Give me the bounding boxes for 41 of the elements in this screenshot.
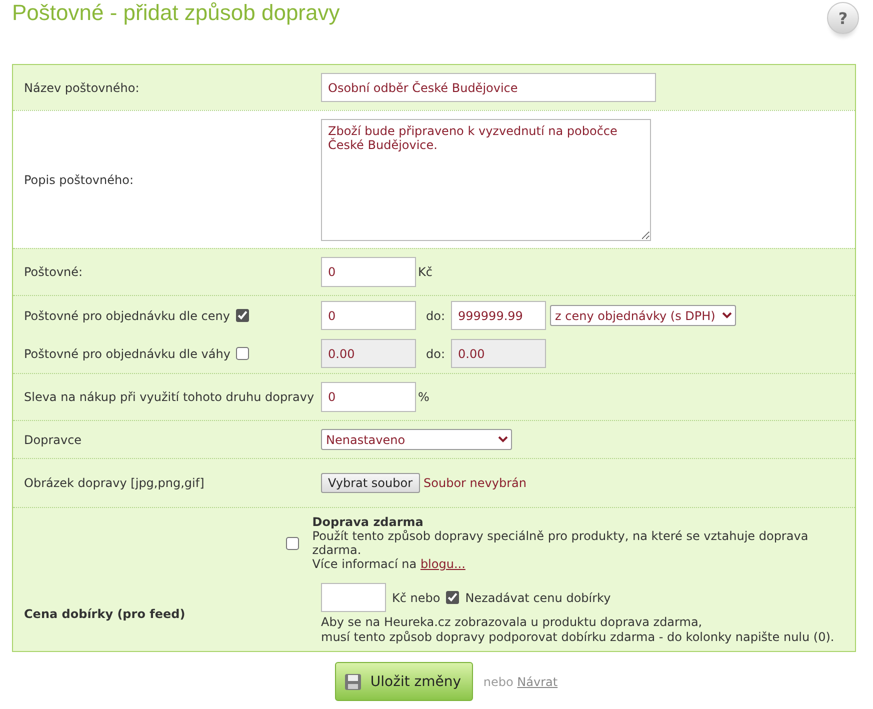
more-info-text: Více informací na xyxy=(312,557,417,571)
or-text: nebo xyxy=(483,674,514,688)
hint-text: musí tento způsob dopravy podporovat dobírku zdarma - do kolonky napište nulu (0). xyxy=(321,630,834,645)
option-title: Doprava zdarma xyxy=(312,515,424,529)
input-field[interactable] xyxy=(321,583,386,612)
checkbox-label: Nezadávat cenu dobírky xyxy=(465,590,611,604)
page-title: Poštovné - přidat způsob dopravy xyxy=(12,0,340,26)
input-field[interactable]: 0 xyxy=(321,382,416,412)
option-description: Použít tento způsob dopravy speciálně pro produkty, na které se vztahuje doprava zdarma. xyxy=(312,529,810,557)
text-area[interactable]: Zboží bude připraveno k vyzvednutí na pobočce České Budějovice. xyxy=(321,118,651,240)
unit-label: % xyxy=(418,390,430,404)
field-label: Popis poštovného: xyxy=(24,172,134,186)
help-button[interactable]: ? xyxy=(827,2,859,34)
field-label: Cena dobírky (pro feed) xyxy=(24,607,186,621)
save-button[interactable]: Uložit změny xyxy=(335,662,474,701)
to-label: do: xyxy=(426,308,446,322)
choose-file-button[interactable]: Vybrat soubor xyxy=(321,473,420,493)
unit-label: Kč nebo xyxy=(392,590,440,604)
dropdown[interactable]: Nenastaveno xyxy=(321,429,512,450)
back-link[interactable]: Návrat xyxy=(517,674,558,688)
checkbox[interactable] xyxy=(286,536,300,550)
field-label: Obrázek dopravy [jpg,png,gif] xyxy=(24,476,204,490)
field-label: Poštovné pro objednávku dle ceny xyxy=(24,308,230,322)
input-field[interactable]: Osobní odběr České Budějovice xyxy=(321,73,656,102)
field-label: Název poštovného: xyxy=(24,80,140,94)
checkbox[interactable] xyxy=(236,309,249,322)
dropdown[interactable]: z ceny objednávky (s DPH) xyxy=(550,305,736,326)
field-label: Sleva na nákup při využití tohoto druhu dopravy xyxy=(24,390,314,404)
input-field[interactable]: 0 xyxy=(321,301,416,330)
file-status: Soubor nevybrán xyxy=(424,476,526,490)
checkbox[interactable] xyxy=(446,591,460,604)
field-label: Dopravce xyxy=(24,432,82,446)
field-label: Poštovné: xyxy=(24,265,83,279)
field-label: Poštovné pro objednávku dle váhy xyxy=(24,346,230,360)
hint-text: Aby se na Heureka.cz zobrazovala u produktu doprava zdarma, xyxy=(321,615,704,630)
input-field[interactable]: 0 xyxy=(321,257,416,287)
unit-label: Kč xyxy=(418,265,432,279)
checkbox[interactable] xyxy=(236,347,250,360)
blog-link[interactable]: blogu... xyxy=(420,557,466,571)
input-field[interactable]: 999999.99 xyxy=(451,301,546,330)
to-label: do: xyxy=(426,346,446,360)
